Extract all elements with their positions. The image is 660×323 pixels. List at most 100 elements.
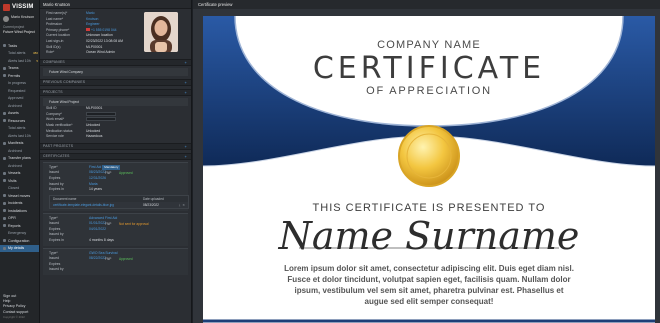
- certificate-item[interactable]: Type* GWO Sea Survival FNP Approved Issued 08…: [43, 247, 188, 276]
- field-row: Service role Hazardous: [40, 134, 191, 140]
- cert-expires[interactable]: 04/01/2022: [89, 227, 106, 233]
- sidebar-item[interactable]: Manifests: [0, 140, 39, 148]
- app-window: VISSIM Mario Knutson Current project Fut…: [0, 0, 660, 323]
- cert-issued[interactable]: 08/22/2022: [89, 256, 106, 262]
- sidebar-footer: Sign out Help Privacy Policy Contact sup…: [3, 294, 28, 320]
- sidebar-item[interactable]: Total alerts 380: [0, 50, 39, 58]
- sidebar-item[interactable]: OPR: [0, 215, 39, 223]
- certificate-item[interactable]: Type* First Aid Mandatory FNP Approved Issued…: [43, 161, 189, 211]
- cert-field-label: Expires in: [49, 238, 64, 243]
- panel-title: Mario Knutson: [40, 0, 191, 9]
- nav-icon: [3, 156, 6, 160]
- sidebar-item[interactable]: Requested: [0, 87, 39, 95]
- sidebar: VISSIM Mario Knutson Current project Fut…: [0, 0, 40, 323]
- add-project-icon[interactable]: +: [184, 90, 187, 95]
- certificate-list: Type* First Aid Mandatory FNP Approved Issued…: [40, 161, 191, 276]
- sidebar-item-label: Vessel moves: [8, 193, 31, 198]
- section-title: PREVIOUS COMPANIES: [43, 80, 86, 85]
- field-input[interactable]: [86, 117, 116, 122]
- details-panel: Mario Knutson First name(s)* Mario Last na…: [40, 0, 192, 323]
- sidebar-item-label: Archived: [8, 148, 22, 153]
- nav-icon: [3, 209, 6, 213]
- add-previous-company-icon[interactable]: +: [184, 80, 187, 85]
- sidebar-item-label: Closed: [8, 186, 20, 191]
- sidebar-item-label: Manifests: [8, 141, 24, 146]
- sidebar-item-label: Reports: [8, 223, 21, 228]
- sidebar-item-label: Emergency: [8, 231, 27, 236]
- sidebar-item[interactable]: Reports: [0, 222, 39, 230]
- sidebar-item-label: My details: [8, 246, 25, 251]
- user-name: Mario Knutson: [11, 15, 35, 19]
- sidebar-item[interactable]: Total alerts: [0, 125, 39, 133]
- sidebar-item[interactable]: Installations: [0, 207, 39, 215]
- sidebar-item[interactable]: Archived: [0, 162, 39, 170]
- sidebar-item[interactable]: Visits: [0, 177, 39, 185]
- current-project-select[interactable]: Future Wind Project: [3, 30, 36, 34]
- column-header: Date uploaded: [143, 196, 164, 201]
- download-icon[interactable]: ⤓: [179, 203, 180, 207]
- sidebar-item-count: 5: [36, 58, 38, 63]
- document-name-link[interactable]: certificate-template-elegant-details-blu…: [53, 203, 143, 207]
- sidebar-item-label: Visits: [8, 178, 17, 183]
- section-title: COMPANIES: [43, 60, 65, 65]
- user-profile[interactable]: Mario Knutson: [3, 15, 36, 22]
- section-title: PROJECTS: [43, 90, 63, 95]
- sidebar-item[interactable]: Permits: [0, 72, 39, 80]
- field-input[interactable]: [86, 111, 116, 116]
- project-row[interactable]: Future Wind Project: [43, 97, 188, 107]
- add-company-icon[interactable]: +: [184, 60, 187, 65]
- sidebar-item-label: Alerts last 10h: [8, 58, 31, 63]
- sidebar-item-label: In progress: [8, 81, 26, 86]
- sidebar-item[interactable]: Closed: [0, 185, 39, 193]
- avatar: [3, 16, 9, 22]
- projects-section[interactable]: PROJECTS +: [40, 88, 191, 96]
- cert-fnp: FNP: [105, 170, 112, 175]
- privacy-link[interactable]: Privacy Policy: [3, 304, 28, 309]
- cert-field-row: Issued by: [46, 267, 188, 273]
- certificate-item[interactable]: Type* Advanced First Aid FNP Not sent for a…: [43, 212, 188, 246]
- document-date: 08/23/2022: [143, 202, 159, 207]
- sidebar-item[interactable]: In progress: [0, 80, 39, 88]
- sidebar-item[interactable]: Archived: [0, 147, 39, 155]
- profile-photo[interactable]: [144, 12, 178, 52]
- section-title: PAST PROJECTS: [43, 144, 74, 149]
- document-row[interactable]: certificate-template-elegant-details-blu…: [50, 201, 188, 208]
- delete-icon[interactable]: ✕: [182, 203, 185, 207]
- sidebar-item-count: 380: [32, 51, 38, 56]
- company-name: COMPANY NAME: [377, 39, 481, 51]
- sidebar-item[interactable]: Archived: [0, 102, 39, 110]
- sidebar-item[interactable]: Tasks: [0, 42, 39, 50]
- sidebar-item[interactable]: Transfer plans: [0, 155, 39, 163]
- add-certificate-icon[interactable]: +: [184, 154, 187, 159]
- brand-logo[interactable]: VISSIM: [3, 2, 36, 12]
- nav-icon: [3, 194, 6, 198]
- companies-section[interactable]: COMPANIES +: [40, 58, 191, 66]
- sidebar-item[interactable]: Assets: [0, 110, 39, 118]
- sidebar-item[interactable]: Alerts last 10h: [0, 132, 39, 140]
- sidebar-item-label: Installations: [8, 208, 27, 213]
- sidebar-item[interactable]: Teams: [0, 65, 39, 73]
- certificates-section[interactable]: CERTIFICATES +: [40, 152, 191, 160]
- sidebar-item[interactable]: Incidents: [0, 200, 39, 208]
- section-title: CERTIFICATES: [43, 154, 70, 159]
- certificate-subheading: OF APPRECIATION: [366, 85, 492, 97]
- sidebar-item-label: OPR: [8, 216, 16, 221]
- cert-field-label: Expires in: [49, 187, 64, 192]
- sidebar-item[interactable]: Emergency: [0, 230, 39, 238]
- field-value: Ocean Wind Admin: [86, 50, 116, 55]
- sidebar-item[interactable]: Approved: [0, 95, 39, 103]
- company-row[interactable]: Future Wind Company: [43, 67, 188, 76]
- sidebar-item-label: Total alerts: [8, 126, 26, 131]
- sidebar-item[interactable]: Vessels: [0, 170, 39, 178]
- nav-icon: [3, 44, 6, 48]
- sidebar-item[interactable]: Alerts last 10h 5: [0, 57, 39, 65]
- previous-companies-section[interactable]: PREVIOUS COMPANIES +: [40, 78, 191, 86]
- sidebar-item[interactable]: My details: [0, 244, 39, 252]
- sidebar-item[interactable]: Configuration: [0, 237, 39, 245]
- add-past-project-icon[interactable]: +: [184, 144, 187, 149]
- sidebar-item[interactable]: Vessel moves: [0, 192, 39, 200]
- cert-field-row: Expires in 4 months 8 days: [46, 238, 188, 244]
- sidebar-item[interactable]: Resources: [0, 117, 39, 125]
- sidebar-item-label: Archived: [8, 163, 22, 168]
- past-projects-section[interactable]: PAST PROJECTS +: [40, 142, 191, 150]
